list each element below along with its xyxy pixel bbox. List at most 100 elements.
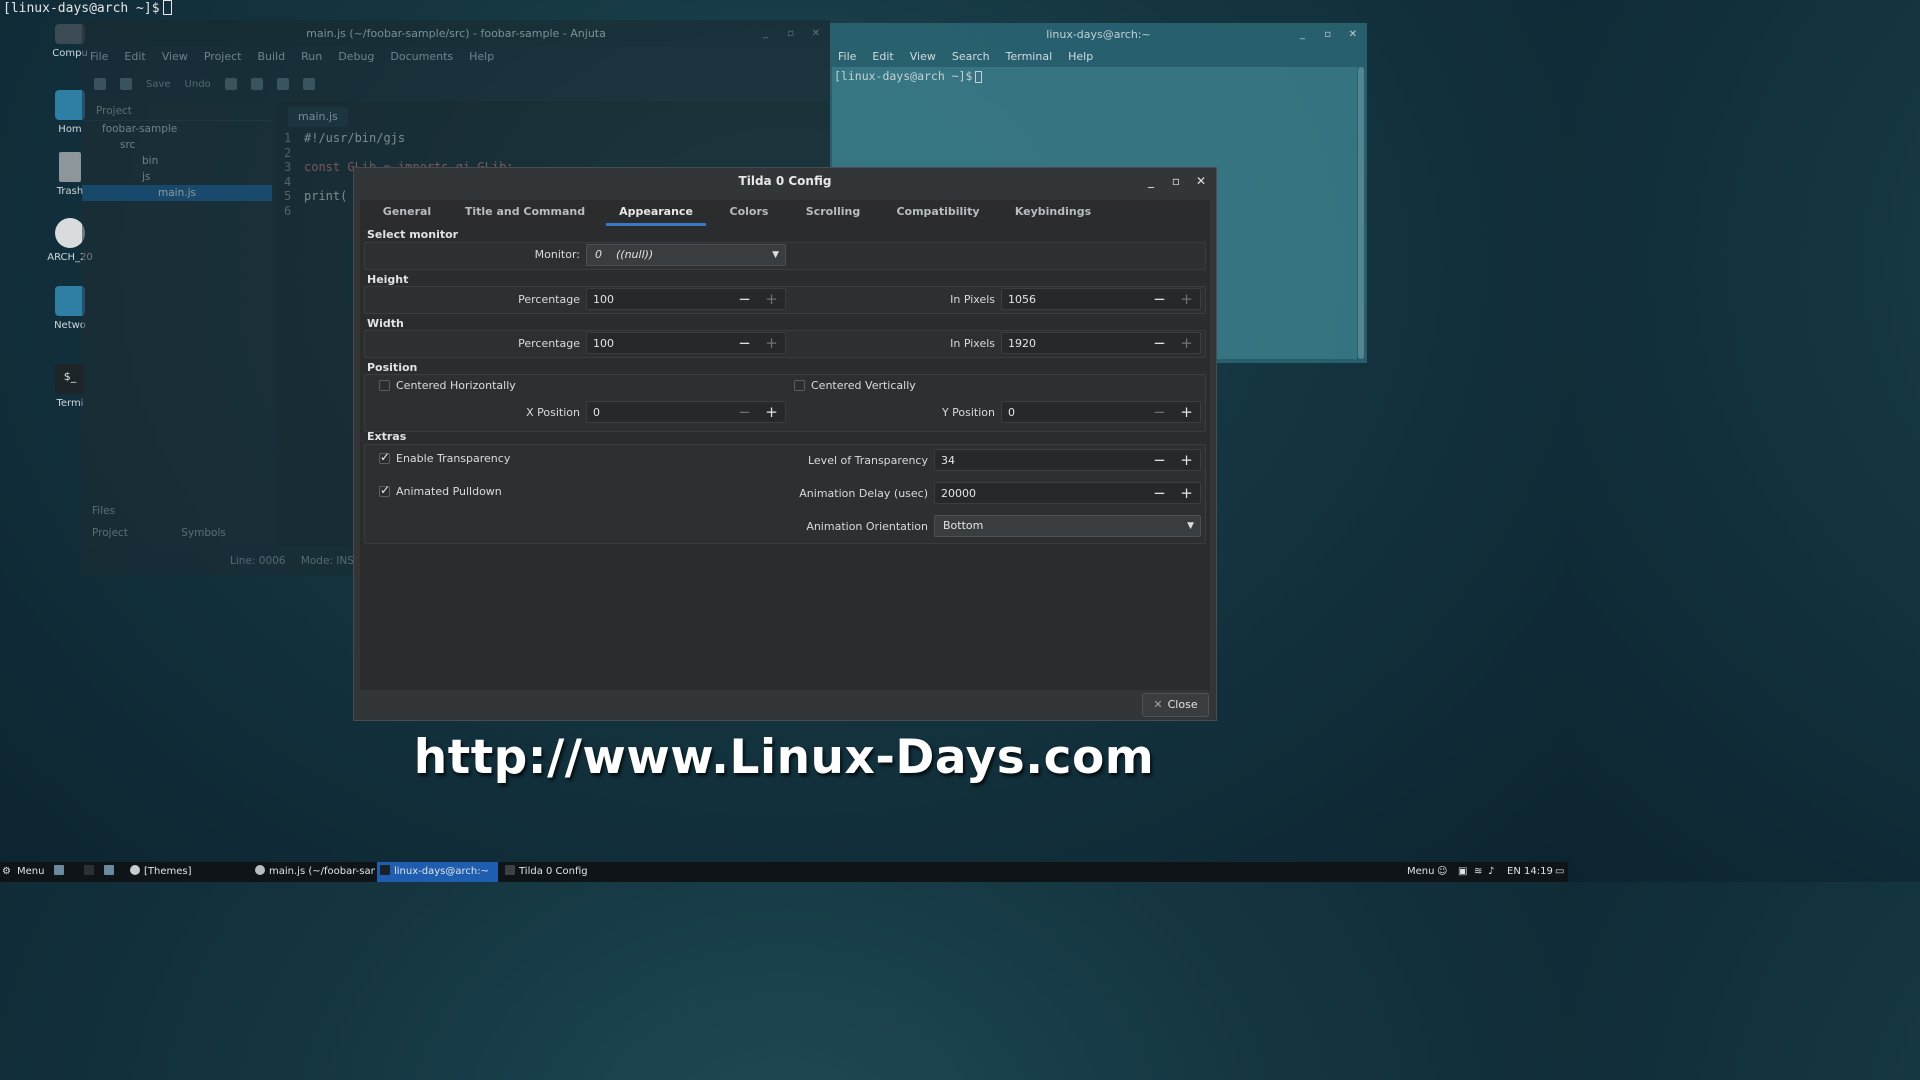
open-folder-icon[interactable]: [120, 78, 132, 90]
menu-project[interactable]: Project: [204, 47, 242, 67]
tilda-prompt-line[interactable]: [linux-days@arch ~]$: [0, 0, 1568, 18]
redo-icon[interactable]: [224, 78, 237, 90]
menu-file[interactable]: File: [838, 47, 856, 67]
taskbar-menu-button[interactable]: ⚙ Menu: [2, 862, 44, 882]
animation-orientation-select[interactable]: Bottom ▼: [934, 515, 1201, 537]
centered-horizontally-checkbox[interactable]: Centered Horizontally: [379, 379, 516, 392]
plus-icon[interactable]: +: [758, 333, 785, 353]
tree-item[interactable]: foobar-sample: [82, 121, 272, 137]
project-panel-tab[interactable]: Project: [92, 527, 128, 539]
menu-documents[interactable]: Documents: [390, 47, 453, 67]
menu-build[interactable]: Build: [257, 47, 285, 67]
taskbar-item-themes[interactable]: [Themes]: [130, 862, 250, 882]
build-icon[interactable]: [250, 78, 263, 90]
menu-edit[interactable]: Edit: [872, 47, 893, 67]
tree-item-selected[interactable]: main.js: [82, 185, 272, 201]
checkbox-box[interactable]: [379, 483, 390, 497]
plus-icon[interactable]: +: [1173, 289, 1200, 309]
centered-vertically-checkbox[interactable]: Centered Vertically: [794, 379, 916, 392]
minimize-icon[interactable]: _: [1148, 168, 1154, 195]
plus-icon[interactable]: +: [758, 402, 785, 422]
undo-button[interactable]: Undo: [185, 79, 211, 90]
height-percentage-spinner[interactable]: 100 − +: [586, 288, 786, 310]
tab-title-and-command[interactable]: Title and Command: [454, 200, 596, 226]
editor-tab[interactable]: main.js: [288, 107, 348, 127]
checkbox-box[interactable]: [379, 380, 390, 391]
taskbar-launcher-terminal[interactable]: [84, 862, 98, 882]
minus-icon[interactable]: −: [1146, 483, 1173, 503]
close-button[interactable]: ✕ Close: [1142, 693, 1209, 717]
tab-general[interactable]: General: [360, 200, 454, 226]
menu-debug[interactable]: Debug: [338, 47, 374, 67]
dialog-titlebar[interactable]: Tilda 0 Config _ ▫ ✕: [354, 168, 1216, 195]
plus-icon[interactable]: +: [1173, 483, 1200, 503]
checkbox-box[interactable]: [794, 380, 805, 391]
width-pixels-value[interactable]: 1920: [1002, 337, 1146, 350]
taskbar-item-terminal[interactable]: linux-days@arch:~: [377, 862, 498, 882]
close-icon[interactable]: ✕: [1196, 168, 1206, 195]
minus-icon[interactable]: −: [1146, 333, 1173, 353]
tilda-config-dialog[interactable]: Tilda 0 Config _ ▫ ✕ General Title and C…: [353, 167, 1217, 721]
plus-icon[interactable]: +: [1173, 402, 1200, 422]
taskbar-launcher-files[interactable]: [54, 862, 68, 882]
run-icon[interactable]: [276, 78, 289, 90]
menu-view[interactable]: View: [910, 47, 936, 67]
keyboard-layout[interactable]: EN: [1507, 862, 1521, 882]
minimize-icon[interactable]: _: [763, 20, 768, 47]
close-icon[interactable]: ✕: [1349, 23, 1357, 47]
y-position-spinner[interactable]: 0 − +: [1001, 401, 1201, 423]
menu-run[interactable]: Run: [301, 47, 322, 67]
new-file-icon[interactable]: [94, 78, 106, 90]
tab-scrolling[interactable]: Scrolling: [792, 200, 874, 226]
minus-icon[interactable]: −: [1146, 289, 1173, 309]
menu-help[interactable]: Help: [1068, 47, 1093, 67]
menu-terminal[interactable]: Terminal: [1006, 47, 1053, 67]
height-pixels-value[interactable]: 1056: [1002, 293, 1146, 306]
animated-pulldown-checkbox[interactable]: Animated Pulldown: [379, 483, 502, 498]
minimize-icon[interactable]: _: [1300, 23, 1305, 47]
minus-icon[interactable]: −: [1146, 450, 1173, 470]
tree-item[interactable]: src: [82, 137, 272, 153]
taskbar-right-menu[interactable]: Menu: [1407, 862, 1434, 882]
maximize-icon[interactable]: ▫: [1172, 168, 1180, 195]
tab-appearance[interactable]: Appearance: [606, 200, 706, 226]
tab-colors[interactable]: Colors: [706, 200, 792, 226]
show-desktop-icon[interactable]: ▭: [1555, 862, 1564, 882]
menu-view[interactable]: View: [162, 47, 188, 67]
symbols-panel-tab[interactable]: Symbols: [181, 527, 226, 539]
x-position-spinner[interactable]: 0 − +: [586, 401, 786, 423]
taskbar-item-tilda[interactable]: Tilda 0 Config: [505, 862, 625, 882]
close-icon[interactable]: ✕: [812, 20, 820, 47]
height-pixels-spinner[interactable]: 1056 − +: [1001, 288, 1201, 310]
save-button[interactable]: Save: [146, 79, 171, 90]
minus-icon[interactable]: −: [731, 402, 758, 422]
taskbar-launcher-folder[interactable]: [104, 862, 118, 882]
tab-compatibility[interactable]: Compatibility: [874, 200, 1002, 226]
transparency-level-spinner[interactable]: 34 − +: [934, 449, 1201, 471]
plus-icon[interactable]: +: [1173, 333, 1200, 353]
transparency-level-value[interactable]: 34: [935, 454, 1146, 467]
menu-file[interactable]: File: [90, 47, 108, 67]
volume-icon[interactable]: ♪: [1488, 862, 1494, 882]
y-position-value[interactable]: 0: [1002, 406, 1146, 419]
checkbox-box[interactable]: [379, 450, 390, 464]
debug-icon[interactable]: [302, 78, 315, 90]
terminal-scrollbar[interactable]: [1358, 67, 1364, 359]
tab-keybindings[interactable]: Keybindings: [1002, 200, 1104, 226]
maximize-icon[interactable]: ▫: [1324, 23, 1331, 47]
menu-search[interactable]: Search: [952, 47, 990, 67]
user-icon[interactable]: ☺: [1437, 862, 1447, 882]
tree-item[interactable]: bin: [82, 153, 272, 169]
wifi-icon[interactable]: ≋: [1474, 862, 1482, 882]
minus-icon[interactable]: −: [1146, 402, 1173, 422]
plus-icon[interactable]: +: [1173, 450, 1200, 470]
taskbar-item-anjuta[interactable]: main.js (~/foobar-samp...: [255, 862, 375, 882]
menu-help[interactable]: Help: [469, 47, 494, 67]
network-icon[interactable]: ▣: [1458, 862, 1467, 882]
plus-icon[interactable]: +: [758, 289, 785, 309]
anjuta-titlebar[interactable]: main.js (~/foobar-sample/src) - foobar-s…: [82, 20, 830, 47]
monitor-select[interactable]: 0 ((null)) ▼: [586, 244, 786, 266]
clock[interactable]: 14:19: [1524, 862, 1553, 882]
x-position-value[interactable]: 0: [587, 406, 731, 419]
animation-delay-spinner[interactable]: 20000 − +: [934, 482, 1201, 504]
